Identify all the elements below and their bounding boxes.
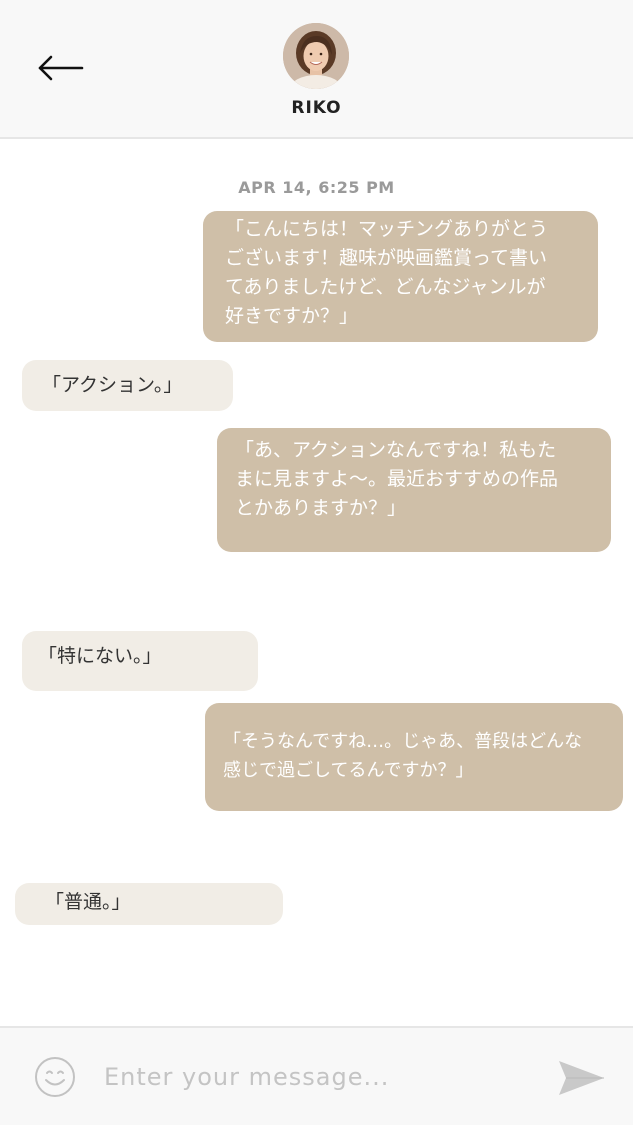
message-bubble-incoming[interactable]: 「普通。」	[15, 883, 283, 925]
message-bubble-incoming[interactable]: 「特にない。」	[22, 631, 258, 691]
back-button[interactable]	[36, 50, 86, 86]
smiley-face-icon	[35, 1057, 75, 1097]
chat-header: RIKO	[0, 0, 633, 139]
message-bubble-incoming[interactable]: 「アクション。」	[22, 360, 233, 411]
send-button[interactable]	[556, 1058, 606, 1098]
message-input[interactable]	[104, 1056, 524, 1098]
message-bubble-outgoing[interactable]: 「そうなんですね…。じゃあ、普段はどんな 感じで過ごしてるんですか？」	[205, 703, 623, 811]
message-bubble-outgoing[interactable]: 「あ、アクションなんですね！私もた まに見ますよ〜。最近おすすめの作品 とかあり…	[217, 428, 611, 552]
message-bubble-outgoing[interactable]: 「こんにちは！マッチングありがとう ございます！趣味が映画鑑賞って書い てありま…	[203, 211, 598, 342]
user-avatar	[283, 23, 349, 89]
arrow-left-icon	[38, 55, 84, 81]
message-timestamp: APR 14, 6:25 PM	[238, 178, 395, 197]
emoji-button[interactable]	[34, 1056, 76, 1098]
chat-screen: RIKO APR 14, 6:25 PM 「こんにちは！マッチングありがとう ご…	[0, 0, 633, 1125]
avatar[interactable]	[283, 23, 349, 89]
send-arrow-icon	[559, 1061, 604, 1095]
message-composer	[0, 1026, 633, 1125]
contact-name: RIKO	[291, 98, 342, 118]
